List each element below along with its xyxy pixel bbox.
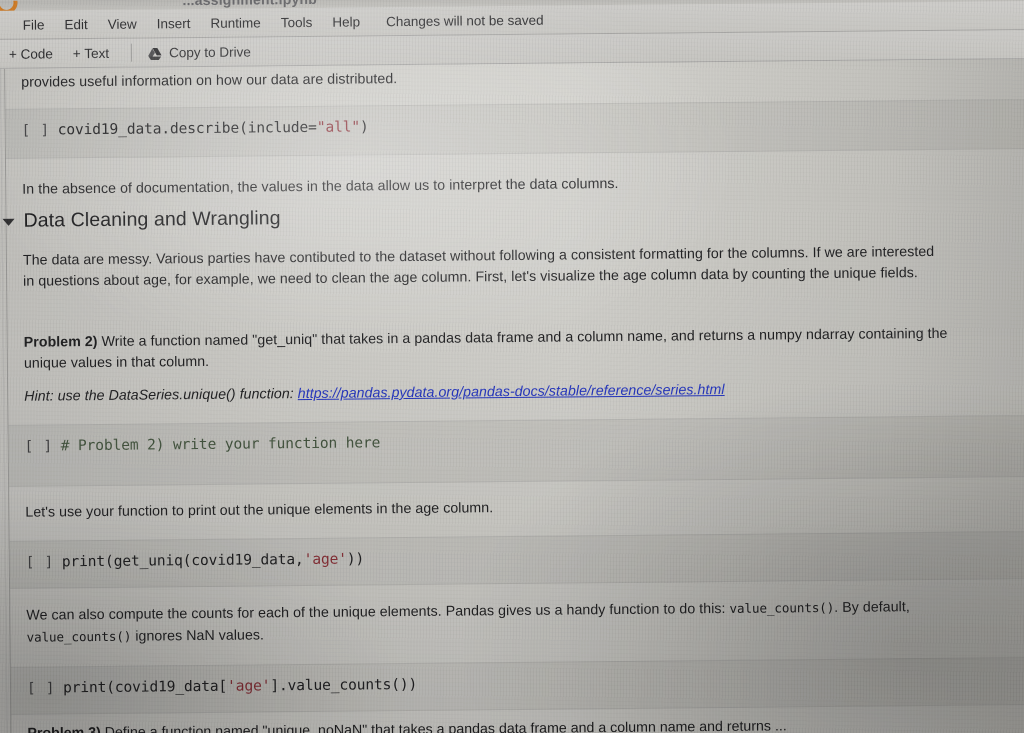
run-cell-button[interactable]: [ ] (22, 122, 50, 138)
browser-window: ...assignment.ipynb × File Edit View Ins… (0, 0, 1024, 733)
code-token: )) (346, 550, 365, 568)
code-token-string: 'age' (227, 677, 271, 695)
code-cell-value-counts-source[interactable]: print(covid19_data['age'].value_counts()… (63, 676, 417, 696)
menu-insert[interactable]: Insert (157, 16, 191, 31)
code-token: covid19_data.describe(include= (57, 118, 317, 139)
md-cell-hint[interactable]: Hint: use the DataSeries.unique() functi… (24, 377, 984, 407)
problem2-text: Write a function named "get_uniq" that t… (23, 325, 948, 372)
inline-code-value-counts-2: value_counts() (26, 628, 132, 645)
menu-edit[interactable]: Edit (64, 17, 87, 32)
value-counts-part1: We can also compute the counts for each … (26, 600, 730, 624)
code-cell-describe-source[interactable]: covid19_data.describe(include="all") (58, 118, 369, 138)
section-data-cleaning[interactable]: Data Cleaning and Wrangling (2, 207, 281, 233)
run-cell-button[interactable]: [ ] (27, 680, 55, 696)
pandas-docs-link[interactable]: https://pandas.pydata.org/pandas-docs/st… (298, 382, 725, 402)
md-cell-absence-docs[interactable]: In the absence of documentation, the val… (22, 170, 984, 200)
inline-code-value-counts-1: value_counts() (729, 599, 835, 616)
code-token-comment: # Problem 2) write your function here (60, 434, 381, 455)
problem3-label: Problem 3) (27, 725, 100, 733)
drive-icon (148, 47, 162, 60)
colab-circle-icon (0, 0, 18, 11)
value-counts-part2: . By default, (834, 599, 910, 616)
code-cell-problem2[interactable]: [ ] # Problem 2) write your function her… (8, 415, 1024, 487)
md-cell-problem3[interactable]: Problem 3) Define a function named "uniq… (27, 714, 1007, 733)
code-cell-describe[interactable]: [ ] covid19_data.describe(include="all") (5, 99, 1024, 159)
add-code-cell-button[interactable]: + Code (9, 46, 53, 61)
menu-tools[interactable]: Tools (281, 14, 313, 29)
problem2-label: Problem 2) (23, 333, 98, 351)
code-cell-print-getuniq[interactable]: [ ] print(get_uniq(covid19_data,'age')) (9, 531, 1024, 589)
code-token: print(get_uniq(covid19_data, (61, 551, 304, 571)
copy-to-drive-label: Copy to Drive (168, 44, 251, 60)
code-cell-print-getuniq-source[interactable]: print(get_uniq(covid19_data,'age')) (62, 550, 364, 570)
hint-text: Hint: use the DataSeries.unique() functi… (24, 386, 298, 405)
md-cell-distributed[interactable]: provides useful information on how our d… (21, 63, 983, 93)
save-status-text: Changes will not be saved (385, 12, 544, 29)
code-token-string: "all" (316, 118, 361, 136)
browser-tab-title[interactable]: ...assignment.ipynb (182, 0, 317, 8)
section-title: Data Cleaning and Wrangling (23, 207, 281, 232)
md-cell-use-function[interactable]: Let's use your function to print out the… (25, 493, 987, 523)
code-cell-value-counts[interactable]: [ ] print(covid19_data['age'].value_coun… (10, 657, 1024, 715)
notebook-body: provides useful information on how our d… (0, 59, 1024, 733)
md-cell-messy[interactable]: The data are messy. Various parties have… (23, 242, 948, 293)
code-token: print(covid19_data[ (62, 677, 228, 697)
code-cell-problem2-source[interactable]: # Problem 2) write your function here (61, 434, 381, 454)
md-cell-problem2[interactable]: Problem 2) Write a function named "get_u… (24, 324, 979, 375)
add-text-cell-button[interactable]: + Text (73, 45, 109, 60)
caret-down-icon[interactable] (2, 218, 15, 226)
copy-to-drive-button[interactable]: Copy to Drive (148, 44, 251, 60)
menu-view[interactable]: View (108, 16, 137, 31)
menu-help[interactable]: Help (332, 14, 360, 29)
value-counts-part3: ignores NaN values. (131, 627, 265, 645)
problem3-text: Define a function named "unique_noNaN" t… (100, 718, 787, 733)
code-token: ) (359, 118, 369, 136)
code-token-string: 'age' (303, 550, 347, 569)
code-token: ].value_counts()) (270, 675, 418, 695)
run-cell-button[interactable]: [ ] (26, 554, 54, 570)
close-icon[interactable]: × (460, 0, 467, 4)
menu-file[interactable]: File (23, 17, 45, 32)
menu-runtime[interactable]: Runtime (210, 15, 260, 30)
run-cell-button[interactable]: [ ] (25, 438, 53, 454)
toolbar-divider (130, 43, 133, 62)
md-cell-value-counts[interactable]: We can also compute the counts for each … (26, 596, 981, 649)
screen-photo: ...assignment.ipynb × File Edit View Ins… (0, 0, 1024, 733)
